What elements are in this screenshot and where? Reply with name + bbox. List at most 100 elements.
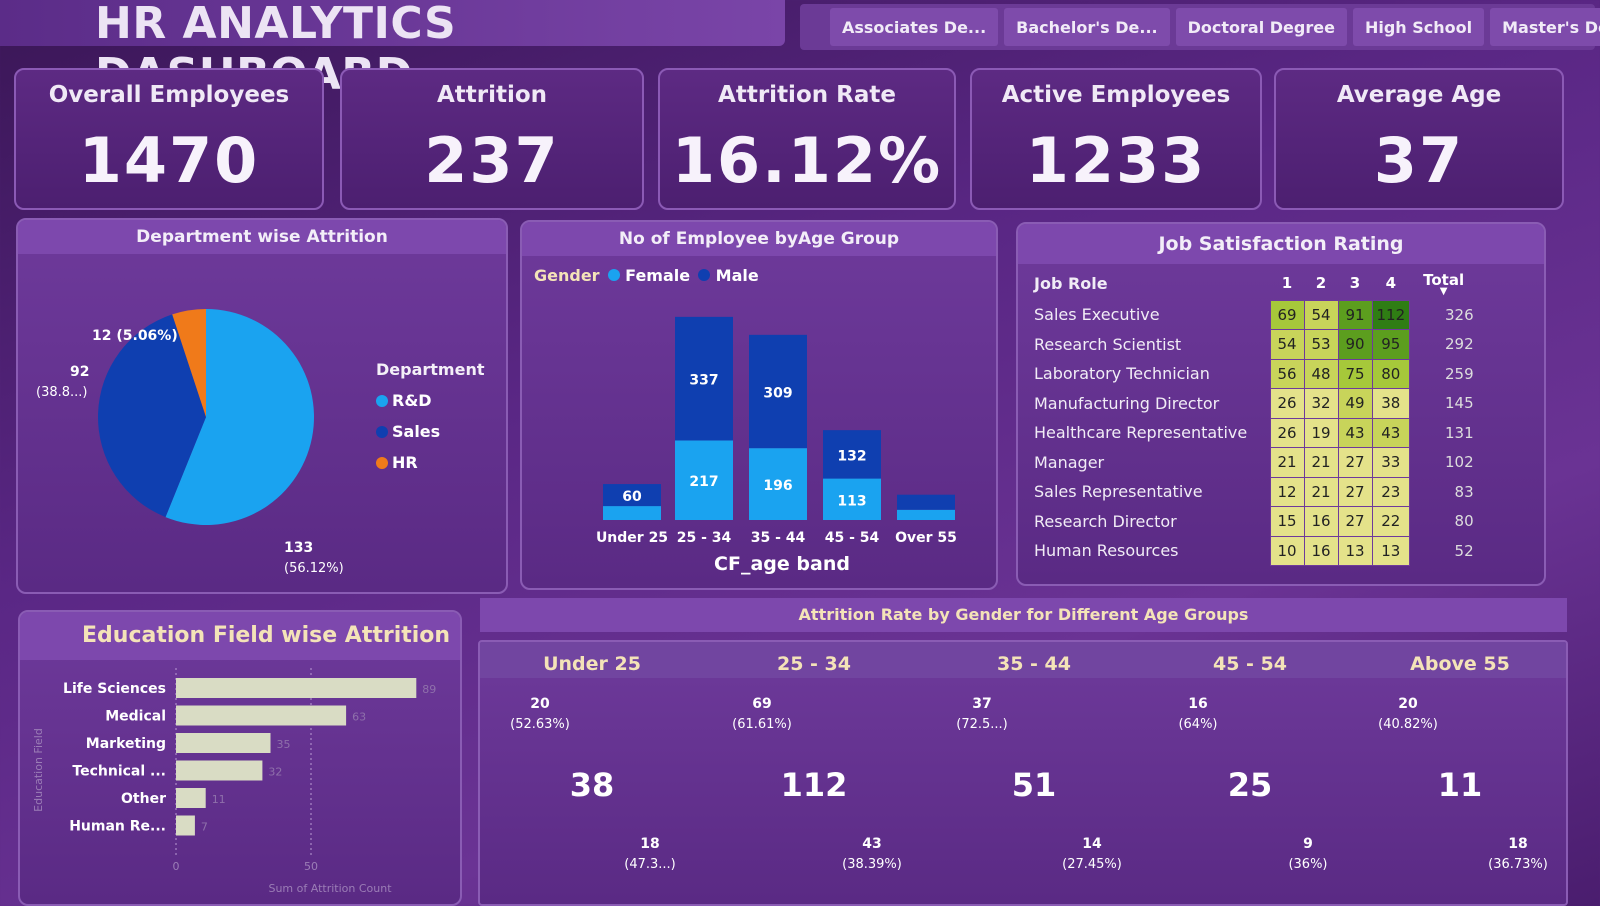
table-header-row: Job Role 1 2 3 4 Total ▼: [1030, 266, 1480, 300]
bar-female[interactable]: [897, 509, 955, 520]
x-tick-label: 35 - 44: [751, 530, 806, 546]
male-count-label: 37: [972, 696, 991, 712]
education-bar-chart: Life Sciences 89 Medical 63 Marketing 35 Techn…: [32, 668, 436, 895]
column-header[interactable]: Job Role: [1030, 266, 1270, 300]
legend-item-sales[interactable]: Sales: [376, 422, 484, 441]
legend-label: HR: [392, 453, 418, 472]
rating-cell: 27: [1337, 506, 1373, 537]
job-role-cell: Research Scientist: [1034, 334, 1182, 354]
total-cell: 326: [1445, 305, 1474, 324]
bar-label: 196: [763, 478, 792, 494]
kpi-label: Overall Employees: [48, 82, 290, 108]
job-role-cell: Laboratory Technician: [1034, 364, 1210, 384]
rating-cell: 27: [1337, 447, 1373, 478]
job-role-cell: Research Director: [1034, 511, 1177, 531]
legend-dot: [376, 456, 388, 469]
bar[interactable]: [176, 788, 206, 808]
legend-item-rd[interactable]: R&D: [376, 391, 484, 410]
slicer-item-high-school[interactable]: High School: [1352, 8, 1485, 46]
male-pct-label: (52.63%): [510, 717, 570, 732]
panel-title: No of Employee byAge Group: [522, 222, 996, 256]
male-pct-label: (72.5...): [956, 717, 1008, 732]
bar[interactable]: [176, 678, 417, 698]
rating-cell: 19: [1303, 417, 1339, 448]
table-row[interactable]: Human Resources 10 16 13 13 52: [1030, 535, 1480, 566]
kpi-label: Attrition: [436, 82, 548, 108]
kpi-overall-employees: Overall Employees 1470: [14, 68, 324, 210]
slicer-item-doctoral[interactable]: Doctoral Degree: [1175, 8, 1347, 46]
total-cell: 83: [1454, 482, 1474, 501]
bar-female[interactable]: [603, 506, 661, 520]
male-pct-label: (64%): [1178, 717, 1217, 732]
slicer-item-bachelors[interactable]: Bachelor's De...: [1004, 8, 1170, 46]
rating-cell: 49: [1337, 388, 1373, 419]
total-cell: 102: [1445, 453, 1474, 472]
legend-dot: [607, 269, 620, 281]
kpi-label: Active Employees: [1001, 82, 1231, 108]
donut-group-title: Under 25: [543, 653, 641, 675]
legend-item-male[interactable]: Male: [698, 266, 759, 285]
rating-cell: 13: [1371, 535, 1411, 566]
table-row[interactable]: Manufacturing Director 26 32 49 38 145: [1030, 388, 1480, 419]
total-cell: 292: [1445, 335, 1474, 354]
table-row[interactable]: Manager 21 21 27 33 102: [1030, 447, 1480, 478]
rating-cell: 69: [1269, 299, 1305, 330]
donut-center-value: 38: [570, 766, 615, 804]
female-count-label: 43: [862, 836, 881, 852]
table-row[interactable]: Healthcare Representative 26 19 43 43 131: [1030, 417, 1480, 448]
female-count-label: 14: [1082, 836, 1102, 852]
x-axis-label: CF_age band: [714, 553, 850, 575]
rating-cell: 16: [1303, 506, 1339, 537]
y-tick-label: Marketing: [86, 736, 166, 752]
donut-group-title: 35 - 44: [997, 653, 1071, 675]
bar[interactable]: [176, 705, 347, 726]
kpi-value: 1470: [78, 124, 260, 197]
table-row[interactable]: Laboratory Technician 56 48 75 80 259: [1030, 358, 1480, 389]
bar[interactable]: [176, 815, 195, 836]
slicer-item-associates[interactable]: Associates De...: [830, 8, 999, 46]
table-row[interactable]: Research Scientist 54 53 90 95 292: [1030, 329, 1480, 360]
female-pct-label: (36%): [1288, 857, 1327, 872]
rating-cell: 12: [1269, 476, 1305, 507]
slicer-item-masters[interactable]: Master's Degree: [1490, 8, 1600, 46]
bar-label: 60: [622, 489, 642, 505]
kpi-average-age: Average Age 37: [1274, 68, 1564, 210]
legend-item-hr[interactable]: HR: [376, 453, 484, 472]
job-role-cell: Human Resources: [1034, 541, 1179, 561]
column-header[interactable]: 1: [1270, 266, 1304, 300]
column-header[interactable]: 3: [1338, 266, 1372, 300]
table-row[interactable]: Sales Executive 69 54 91 112 326: [1030, 299, 1480, 330]
rating-cell: 75: [1337, 358, 1373, 389]
x-tick-label: 45 - 54: [825, 530, 880, 546]
table-row[interactable]: Research Director 15 16 27 22 80: [1030, 506, 1480, 537]
rating-cell: 112: [1371, 299, 1411, 330]
bar-value-label: 7: [201, 821, 208, 834]
x-tick-label: Under 25: [596, 530, 668, 546]
total-cell: 80: [1454, 512, 1474, 531]
education-field-panel: Education Field wise Attrition Life Scie…: [18, 610, 462, 906]
bar-label: 309: [763, 385, 792, 401]
donut-center-value: 25: [1228, 766, 1273, 804]
bar[interactable]: [176, 760, 263, 781]
job-satisfaction-panel: Job Satisfaction Rating Job Role 1 2 3 4…: [1016, 222, 1546, 586]
rating-cell: 21: [1269, 447, 1305, 478]
column-header[interactable]: 2: [1304, 266, 1338, 300]
gender-age-donuts-panel: Under 25 38 20 (52.63%) 18 (47.3...) 25 - 34 11…: [478, 640, 1568, 906]
job-satisfaction-table: Job Role 1 2 3 4 Total ▼ Sales Executive 6…: [1030, 266, 1480, 566]
rating-cell: 27: [1337, 476, 1373, 507]
column-header-total[interactable]: Total ▼: [1410, 266, 1480, 300]
legend-item-female[interactable]: Female: [607, 266, 690, 285]
column-header[interactable]: 4: [1372, 266, 1410, 300]
pie-label-sales: 92: [70, 364, 89, 380]
gender-age-donut-charts: Under 25 38 20 (52.63%) 18 (47.3...) 25 - 34 11…: [510, 653, 1548, 872]
legend-label: Sales: [392, 422, 441, 441]
bar[interactable]: [176, 733, 271, 753]
pie-label-rd: 133: [284, 540, 313, 556]
legend-title: Gender: [534, 266, 600, 285]
bar-label: 132: [837, 448, 866, 464]
male-pct-label: (40.82%): [1378, 717, 1438, 732]
male-pct-label: (61.61%): [732, 717, 792, 732]
bar-male[interactable]: [897, 494, 955, 510]
donut-group-title: 25 - 34: [777, 653, 851, 675]
table-row[interactable]: Sales Representative 12 21 27 23 83: [1030, 476, 1480, 507]
